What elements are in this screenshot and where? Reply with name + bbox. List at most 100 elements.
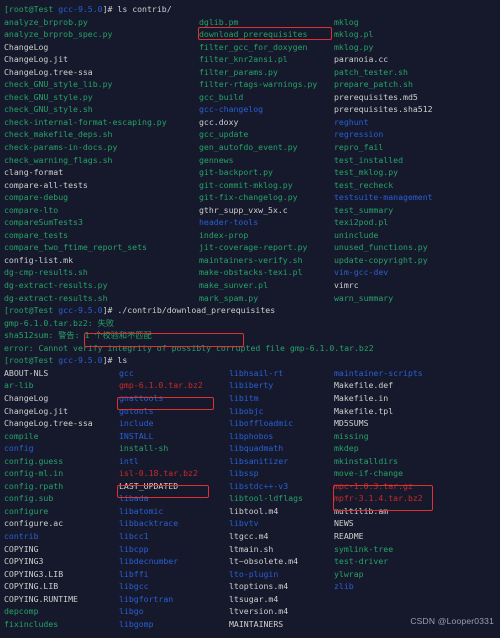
ls-entry: mark_spam.py: [199, 292, 259, 303]
ls-entry: header-tools: [199, 217, 259, 228]
ls-entry: filter_params.py: [199, 66, 278, 77]
ls-entry: libgo: [119, 606, 144, 617]
ls-entry: libgcc: [119, 581, 149, 592]
ls-entry: libiberty: [229, 380, 274, 391]
ls-entry: dg-cmp-results.sh: [4, 267, 88, 278]
ls-entry: test_recheck: [334, 179, 394, 190]
ls-entry: patch_tester.sh: [334, 66, 408, 77]
ls-entry-empty: [334, 593, 500, 606]
ls-entry: gen_autofdo_event.py: [199, 142, 298, 153]
ls-entry: check_warning_flags.sh: [4, 154, 113, 165]
prompt-cwd: gcc-9.5.0: [58, 305, 103, 316]
ls-entry: test-driver: [334, 556, 389, 567]
ls-entry: texi2pod.pl: [334, 217, 389, 228]
ls-entry: test_summary: [334, 204, 394, 215]
ls-entry: prerequisites.sha512: [334, 104, 433, 115]
ls-entry: lto-plugin: [229, 568, 279, 579]
ls-entry: dglib.pm: [199, 16, 239, 27]
ls-entry: uninclude: [334, 229, 379, 240]
ls-entry: COPYING: [4, 543, 39, 554]
ls-entry: move-if-change: [334, 468, 404, 479]
ls-entry: clang-format: [4, 167, 64, 178]
ls-entry: filter-rtags-warnings.py: [199, 79, 318, 90]
ls-entry: config: [4, 443, 34, 454]
ls-entry: zlib: [334, 581, 354, 592]
ls-entry: git-fix-changelog.py: [199, 192, 298, 203]
ls-entry: config.rpath: [4, 480, 64, 491]
ls-entry: libhsail-rt: [229, 367, 284, 378]
ls-entry: make-obstacks-texi.pl: [199, 267, 303, 278]
command-download-prerequisites: ./contrib/download_prerequisites: [117, 305, 276, 316]
ls-entry: libada: [119, 493, 149, 504]
prompt-line-download: [root@Test gcc-9.5.0]# ./contrib/downloa…: [4, 304, 500, 317]
prompt-cwd: gcc-9.5.0: [58, 4, 103, 14]
ls-entry: ChangeLog: [4, 392, 49, 403]
ls-entry: ABOUT-NLS: [4, 367, 49, 378]
ls-entry: reghunt: [334, 116, 369, 127]
ls-entry: config.sub: [4, 493, 54, 504]
prompt-user-host: [root@Test: [4, 305, 54, 316]
ls-entry: gcc: [119, 367, 134, 378]
ls-entry: MD5SUMS: [334, 418, 369, 429]
ls-entry: gcc.doxy: [199, 116, 239, 127]
output-integrity-error: error: Cannot verify integrity of possib…: [4, 342, 374, 353]
ls-entry: config.guess: [4, 455, 64, 466]
ls-entry: filter_gcc_for_doxygen: [199, 41, 308, 52]
terminal-window[interactable]: [root@Test gcc-9.5.0]# ls contrib/ analy…: [0, 0, 500, 630]
ls-entry: gcc_build: [199, 91, 244, 102]
ls-entry: install-sh: [119, 443, 169, 454]
ls-entry: mklog.py: [334, 41, 374, 52]
ls-entry: gennews: [199, 154, 234, 165]
ls-entry: unused_functions.py: [334, 242, 428, 253]
ls-entry: MAINTAINERS: [229, 618, 284, 629]
ls-entry: check-internal-format-escaping.py: [4, 116, 167, 127]
ls-entry: ChangeLog: [4, 41, 49, 52]
listing-contrib: analyze_brprob.py dglib.pm mklog analyze_br…: [4, 16, 500, 305]
ls-entry: dg-extract-results.sh: [4, 292, 108, 303]
ls-entry: vim-gcc-dev: [334, 267, 389, 278]
ls-entry: compareSumTests3: [4, 217, 83, 228]
ls-entry: ar-lib: [4, 380, 34, 391]
ls-entry: update-copyright.py: [334, 254, 428, 265]
ls-entry: libtool.m4: [229, 505, 279, 516]
ls-entry: ltmain.sh: [229, 543, 274, 554]
ls-entry: include: [119, 418, 154, 429]
ls-entry: mklog: [334, 16, 359, 27]
ls-entry: vimrc: [334, 280, 359, 291]
ls-entry: ltversion.m4: [229, 606, 289, 617]
ls-entry: maintainer-scripts: [334, 367, 423, 378]
prompt-line-ls-contrib: [root@Test gcc-9.5.0]# ls contrib/: [4, 3, 500, 16]
prompt-user-host: [root@Test: [4, 4, 54, 14]
ls-entry: libobjc: [229, 405, 264, 416]
ls-entry: download_prerequisites: [199, 29, 308, 40]
ls-entry: gthr_supp_vxw_5x.c: [199, 204, 288, 215]
ls-entry: libssp: [229, 468, 259, 479]
ls-entry: config-ml.in: [4, 468, 64, 479]
ls-entry: paranoia.cc: [334, 54, 389, 65]
ls-entry: check_GNU_style_lib.py: [4, 79, 113, 90]
ls-entry: libstdc++-v3: [229, 480, 289, 491]
ls-entry: symlink-tree: [334, 543, 394, 554]
ls-entry: ChangeLog.tree-ssa: [4, 418, 93, 429]
ls-entry: check_GNU_style.sh: [4, 104, 93, 115]
prompt-user-host: [root@Test: [4, 355, 54, 366]
ls-entry: maintainers-verify.sh: [199, 254, 303, 265]
ls-entry: compare_two_ftime_report_sets: [4, 242, 147, 253]
ls-entry: lt~obsolete.m4: [229, 556, 299, 567]
ls-entry: ChangeLog.jit: [4, 405, 69, 416]
watermark: CSDN @Looper0331: [410, 615, 494, 626]
ls-entry: prepare_patch.sh: [334, 79, 413, 90]
ls-entry: liboffloadmic: [229, 418, 294, 429]
ls-entry: gnattools: [119, 392, 164, 403]
ls-entry: regression: [334, 129, 384, 140]
ls-entry: check_GNU_style.py: [4, 91, 93, 102]
ls-entry: Makefile.tpl: [334, 405, 394, 416]
ls-entry: ChangeLog.jit: [4, 54, 69, 65]
ls-entry: COPYING3.LIB: [4, 568, 64, 579]
ls-entry: libdecnumber: [119, 556, 179, 567]
ls-entry: COPYING.LIB: [4, 581, 59, 592]
ls-entry: libcc1: [119, 530, 149, 541]
ls-entry: libatomic: [119, 505, 164, 516]
ls-entry: git-backport.py: [199, 167, 273, 178]
ls-entry: fixincludes: [4, 618, 59, 629]
